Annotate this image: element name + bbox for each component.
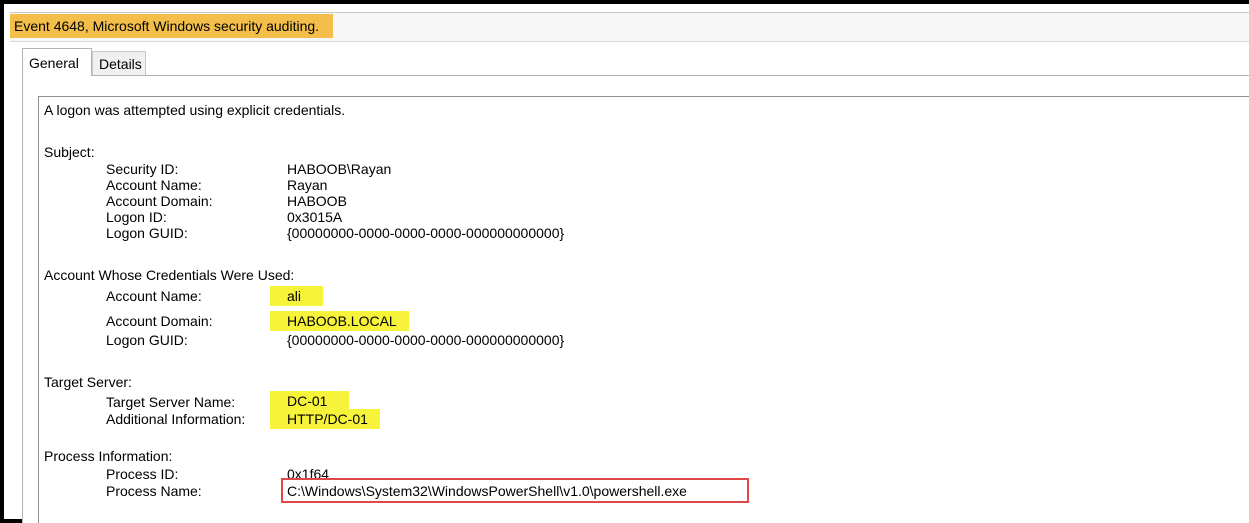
field-value: Rayan — [287, 177, 328, 193]
field-label: Logon GUID: — [106, 225, 188, 241]
event-description-box[interactable] — [38, 96, 1249, 523]
section-heading-subject: Subject: — [44, 144, 95, 160]
field-label: Account Domain: — [106, 193, 213, 209]
field-label: Security ID: — [106, 161, 179, 177]
field-value: HABOOB\Rayan — [287, 161, 392, 177]
tab-general[interactable]: General — [22, 48, 92, 76]
field-label: Process ID: — [106, 466, 179, 482]
section-heading-target-server: Target Server: — [44, 374, 132, 390]
window-title: Event 4648, Microsoft Windows security a… — [10, 14, 334, 38]
annotation-box — [281, 478, 749, 503]
field-label: Additional Information: — [106, 411, 246, 427]
event-summary: A logon was attempted using explicit cre… — [44, 102, 346, 118]
highlighted-field-value: DC-01 — [270, 391, 350, 411]
field-label: Target Server Name: — [106, 394, 236, 410]
field-label: Logon ID: — [106, 209, 167, 225]
field-label: Account Name: — [106, 288, 202, 304]
highlighted-field-value: ali — [270, 286, 324, 306]
highlighted-field-value: HABOOB.LOCAL — [270, 311, 409, 331]
field-label: Logon GUID: — [106, 332, 188, 348]
highlighted-field-value: HTTP/DC-01 — [270, 409, 380, 429]
tab-details[interactable]: Details — [92, 51, 146, 76]
field-label: Account Name: — [106, 177, 202, 193]
field-label: Account Domain: — [106, 313, 213, 329]
section-heading-credentials: Account Whose Credentials Were Used: — [44, 267, 295, 283]
field-value: {00000000-0000-0000-0000-000000000000} — [287, 225, 565, 241]
field-value: HABOOB — [287, 193, 347, 209]
section-heading-process-information: Process Information: — [44, 448, 173, 464]
field-value: 0x3015A — [287, 209, 343, 225]
field-label: Process Name: — [106, 483, 202, 499]
field-value: {00000000-0000-0000-0000-000000000000} — [287, 332, 565, 348]
